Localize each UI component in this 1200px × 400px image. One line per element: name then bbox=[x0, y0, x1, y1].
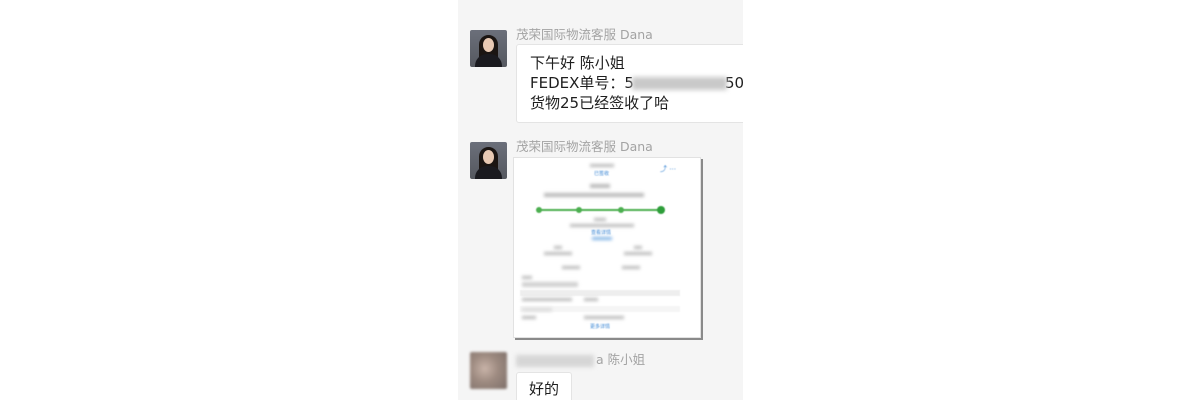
tracking-screenshot-thumbnail: 已签收 ⤴ ⋯ 查看详情 更多详情 bbox=[514, 158, 700, 337]
blurred-text bbox=[584, 298, 598, 301]
sender-avatar[interactable] bbox=[470, 30, 507, 67]
blurred-text bbox=[570, 224, 634, 227]
blurred-text bbox=[562, 266, 580, 269]
message-line: 下午好 陈小姐 bbox=[530, 54, 625, 72]
sender-name: 茂荣国际物流客服 Dana bbox=[516, 139, 653, 154]
sender-name-suffix: a 陈小姐 bbox=[596, 352, 646, 367]
blurred-text bbox=[522, 316, 536, 319]
text-message-bubble[interactable]: 下午好 陈小姐 FEDEX单号：5 50 货物25已经签收了哈 bbox=[516, 44, 743, 123]
blurred-text bbox=[590, 184, 610, 188]
message-line: 货物25已经签收了哈 bbox=[530, 94, 670, 112]
status-link: 已签收 bbox=[594, 171, 610, 177]
blurred-text bbox=[590, 164, 614, 167]
blurred-text bbox=[522, 298, 572, 301]
progress-dot bbox=[536, 207, 542, 213]
chat-panel: 茂荣国际物流客服 Dana 下午好 陈小姐 FEDEX单号：5 50 货物25已经… bbox=[458, 0, 743, 400]
sender-name: 茂荣国际物流客服 Dana bbox=[516, 27, 653, 42]
sender-avatar[interactable] bbox=[470, 142, 507, 179]
tracking-progress-line bbox=[538, 209, 660, 211]
progress-dot-current bbox=[657, 206, 665, 214]
avatar-face bbox=[483, 38, 494, 52]
section-band bbox=[520, 290, 680, 296]
details-link: 查看详情 bbox=[591, 230, 612, 236]
tracking-prefix: FEDEX单号：5 bbox=[530, 74, 634, 92]
share-icon: ⤴ ⋯ bbox=[660, 165, 677, 173]
blurred-text bbox=[634, 246, 642, 249]
blurred-text bbox=[594, 218, 606, 221]
blurred-text bbox=[544, 193, 644, 197]
blurred-text bbox=[522, 276, 532, 279]
redacted-tracking-number bbox=[631, 77, 727, 90]
blurred-text bbox=[624, 252, 652, 255]
blurred-link bbox=[592, 237, 612, 240]
progress-dot bbox=[618, 207, 624, 213]
sender-name: a 陈小姐 bbox=[516, 349, 645, 368]
tracking-suffix: 50 bbox=[724, 74, 743, 92]
blurred-text bbox=[622, 266, 640, 269]
section-band bbox=[520, 306, 680, 312]
more-details-link: 更多详情 bbox=[590, 324, 611, 330]
message-line-tracking: FEDEX单号：5 50 bbox=[530, 73, 743, 93]
avatar-face bbox=[483, 150, 494, 164]
redacted-name bbox=[516, 354, 594, 367]
blurred-text bbox=[584, 316, 624, 319]
blurred-field bbox=[522, 282, 578, 287]
message-text: 好的 bbox=[529, 380, 560, 398]
customer-avatar[interactable] bbox=[470, 352, 507, 389]
blurred-text bbox=[554, 246, 562, 249]
blurred-text bbox=[544, 252, 572, 255]
image-message[interactable]: 已签收 ⤴ ⋯ 查看详情 更多详情 bbox=[513, 157, 701, 338]
text-message-bubble[interactable]: 好的 bbox=[516, 372, 573, 400]
progress-dot bbox=[576, 207, 582, 213]
